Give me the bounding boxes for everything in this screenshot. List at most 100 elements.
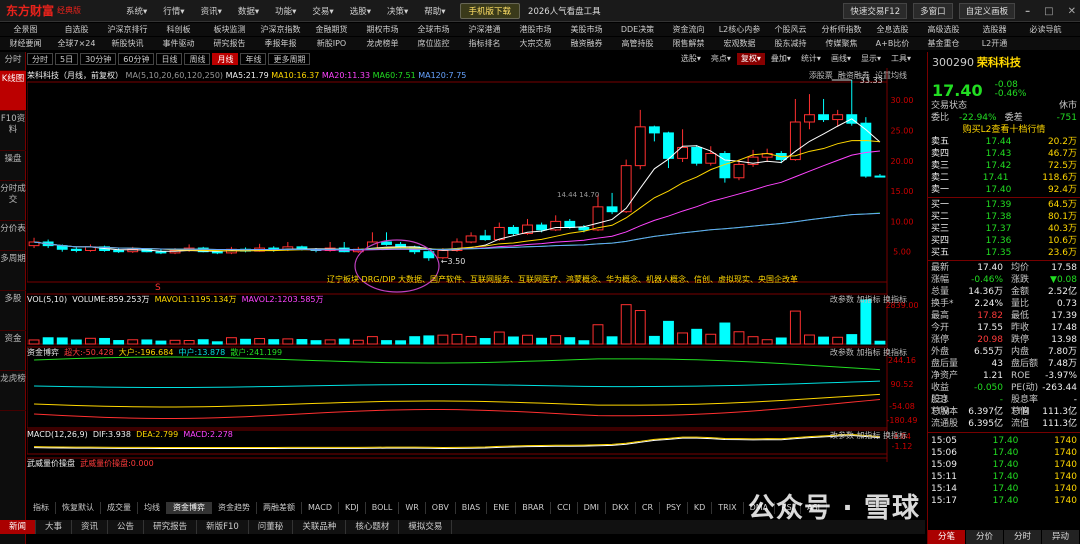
macd-link[interactable]: 换指标 — [883, 431, 907, 440]
macd-link[interactable]: 加指标 — [856, 431, 880, 440]
sidebar-tab[interactable]: 多周期 — [0, 251, 26, 291]
period-tab[interactable]: 日线 — [156, 53, 183, 65]
period-tab[interactable]: 更多周期 — [268, 53, 311, 65]
vol-link[interactable]: 改参数 — [830, 295, 854, 304]
indicator-tab[interactable]: 均线 — [138, 502, 167, 514]
toolbar-button[interactable]: 叠加▾ — [767, 53, 795, 65]
custom-board-button[interactable]: 自定义画板 — [958, 3, 1016, 19]
nav-item[interactable]: A+B比价 — [867, 37, 918, 50]
nav-item[interactable]: 个股风云 — [765, 23, 816, 36]
nav-item[interactable]: 大宗交易 — [510, 37, 561, 50]
bottom-tab[interactable]: 模拟交易 — [399, 520, 453, 534]
indicator-tab[interactable]: OBV — [426, 502, 456, 514]
sidebar-tab[interactable]: 多股 — [0, 291, 26, 331]
close-icon[interactable]: ✕ — [1064, 6, 1080, 17]
nav-item[interactable]: 季报年报 — [255, 37, 306, 50]
right-tab[interactable]: 异动 — [1042, 530, 1080, 544]
nav-item[interactable]: 金融期货 — [306, 23, 357, 36]
indicator-tab[interactable]: KD — [688, 502, 713, 514]
bottom-tab[interactable]: 关联品种 — [293, 520, 347, 534]
menu-item[interactable]: 行情▾ — [155, 5, 192, 17]
sidebar-tab[interactable]: 资金 — [0, 331, 26, 371]
right-tab[interactable]: 分时 — [1004, 530, 1042, 544]
nav-item[interactable]: 高级选股 — [918, 23, 969, 36]
nav-item[interactable]: 分析师指数 — [816, 23, 867, 36]
right-tab[interactable]: 分笔 — [928, 530, 966, 544]
nav-item[interactable]: 新股IPO — [306, 37, 357, 50]
bottom-tab[interactable]: 新闻 — [0, 520, 37, 534]
period-tab[interactable]: 30分钟 — [80, 53, 117, 65]
toolbar-button[interactable]: 显示▾ — [857, 53, 885, 65]
l2-upgrade-link[interactable]: 购买L2查看十档行情 — [963, 124, 1046, 136]
nav-item[interactable]: 全球市场 — [408, 23, 459, 36]
nav-item[interactable]: DDE决策 — [612, 23, 663, 36]
nav-item[interactable]: 期权市场 — [357, 23, 408, 36]
nav-item[interactable]: 席位监控 — [408, 37, 459, 50]
minimize-icon[interactable]: – — [1021, 6, 1034, 17]
menu-item[interactable]: 交易▾ — [304, 5, 341, 17]
menu-item[interactable]: 资讯▾ — [193, 5, 230, 17]
indicator-tab[interactable]: 成交量 — [101, 502, 138, 514]
nav-item[interactable]: 选股器 — [969, 23, 1020, 36]
sidebar-tab[interactable]: K线图 — [0, 71, 26, 111]
app-logo[interactable]: 东方财富 经典版 — [0, 2, 118, 19]
toolbar-button[interactable]: 画线▾ — [827, 53, 855, 65]
nav-item[interactable]: 股东减持 — [765, 37, 816, 50]
indicator-tab[interactable]: DMI — [578, 502, 607, 514]
indicator-tab[interactable]: DKX — [606, 502, 636, 514]
menu-item[interactable]: 系统▾ — [118, 5, 155, 17]
nav-item[interactable]: 沪深京指数 — [255, 23, 306, 36]
nav-item[interactable]: 传媒聚焦 — [816, 37, 867, 50]
menu-item[interactable]: 帮助▾ — [416, 5, 453, 17]
macd-link[interactable]: 改参数 — [830, 431, 854, 440]
menu-item[interactable]: 决策▾ — [379, 5, 416, 17]
nav-item[interactable]: 事件驱动 — [153, 37, 204, 50]
nav-item[interactable]: 美股市场 — [561, 23, 612, 36]
nav-item[interactable]: 沪深港通 — [459, 23, 510, 36]
nav-item[interactable]: 研究报告 — [204, 37, 255, 50]
bottom-tab[interactable]: 研究报告 — [144, 520, 198, 534]
bottom-tab[interactable]: 问董秘 — [249, 520, 294, 534]
nav-item[interactable]: 指标排名 — [459, 37, 510, 50]
bottom-tab[interactable]: 核心题材 — [346, 520, 400, 534]
indicator-tab[interactable]: TRIX — [712, 502, 744, 514]
multi-window-button[interactable]: 多窗口 — [913, 3, 953, 19]
period-tab[interactable]: 分时 — [27, 53, 53, 65]
toolbar-button[interactable]: 工具▾ — [887, 53, 915, 65]
nav-item[interactable]: 沪深京排行 — [102, 23, 153, 36]
nav-item[interactable]: 财经要闻 — [0, 37, 51, 50]
right-tab[interactable]: 分价 — [966, 530, 1004, 544]
period-tab[interactable]: 年线 — [240, 53, 267, 65]
fund-link[interactable]: 加指标 — [856, 348, 880, 357]
nav-item[interactable]: L2核心内参 — [714, 23, 765, 36]
sidebar-tab[interactable]: 分时 — [0, 52, 26, 71]
indicator-tab[interactable]: BOLL — [366, 502, 400, 514]
sidebar-tab[interactable]: 分时成交 — [0, 181, 26, 221]
vol-link[interactable]: 加指标 — [856, 295, 880, 304]
nav-item[interactable]: 板块监测 — [204, 23, 255, 36]
vol-link[interactable]: 换指标 — [883, 295, 907, 304]
indicator-tab[interactable]: WR — [399, 502, 426, 514]
quick-trade-button[interactable]: 快速交易F12 — [843, 3, 908, 19]
nav-item[interactable]: 全息选股 — [867, 23, 918, 36]
mobile-download-button[interactable]: 手机版下载 — [459, 2, 521, 19]
menu-item[interactable]: 功能▾ — [267, 5, 304, 17]
toolbar-button[interactable]: 亮点▾ — [707, 53, 735, 65]
indicator-tab[interactable]: 资金趋势 — [212, 502, 257, 514]
indicator-tab[interactable]: 两融差额 — [257, 502, 302, 514]
period-tab[interactable]: 60分钟 — [118, 53, 155, 65]
fund-link[interactable]: 改参数 — [830, 348, 854, 357]
kline-chart[interactable]: 30.00 25.00 20.00 15.00 10.00 5.00 33.33 ←3.50 1… — [27, 68, 925, 462]
indicator-tab[interactable]: PSY — [660, 502, 688, 514]
nav-item[interactable]: 全球7×24 — [51, 37, 102, 50]
nav-item[interactable]: 科创板 — [153, 23, 204, 36]
sidebar-tab[interactable]: 分价表 — [0, 221, 26, 251]
nav-item[interactable]: 必读导航 — [1020, 23, 1071, 36]
indicator-tab[interactable]: BRAR — [516, 502, 552, 514]
toolbar-button[interactable]: 统计▾ — [797, 53, 825, 65]
period-tab[interactable]: 5日 — [55, 53, 79, 65]
indicator-tab[interactable]: 恢复默认 — [56, 502, 101, 514]
bottom-tab[interactable]: 大事 — [36, 520, 73, 534]
nav-item[interactable]: 龙虎榜单 — [357, 37, 408, 50]
nav-item[interactable]: 高管持股 — [612, 37, 663, 50]
